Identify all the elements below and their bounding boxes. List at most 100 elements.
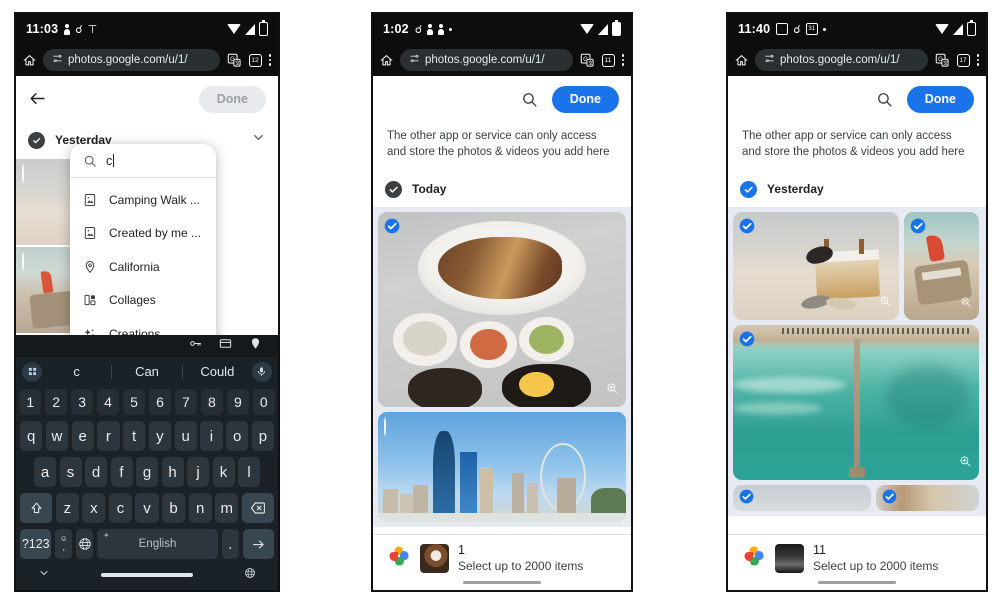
key-8[interactable]: 8 [200, 389, 224, 415]
backspace-icon[interactable] [241, 493, 274, 523]
key-0[interactable]: 0 [252, 389, 276, 415]
password-key-icon[interactable] [189, 337, 202, 355]
translate-icon[interactable]: G文 [227, 53, 242, 68]
key-f[interactable]: f [110, 457, 133, 487]
key-q[interactable]: q [20, 421, 43, 451]
emoji-comma-key[interactable]: ☺ , [54, 529, 73, 559]
photo-cell-beach-umbrella[interactable] [904, 211, 979, 320]
key-l[interactable]: l [238, 457, 260, 487]
hide-keyboard-icon[interactable] [38, 566, 50, 584]
app-grid-icon[interactable] [22, 361, 42, 382]
suggestion-item-collages[interactable]: Collages [70, 284, 216, 318]
selection-check[interactable] [384, 218, 400, 239]
key-t[interactable]: t [123, 421, 146, 451]
key-7[interactable]: 7 [174, 389, 198, 415]
key-1[interactable]: 1 [18, 389, 42, 415]
kebab-menu-icon[interactable] [621, 54, 624, 66]
key-c[interactable]: c [108, 493, 132, 523]
key-u[interactable]: u [174, 421, 197, 451]
key-o[interactable]: o [226, 421, 249, 451]
suggestion-item-california[interactable]: California [70, 250, 216, 284]
selected-thumbnail[interactable] [775, 544, 804, 574]
key-k[interactable]: k [212, 457, 235, 487]
zoom-in-icon[interactable] [959, 455, 972, 473]
keyboard-suggestion-1[interactable]: c [42, 364, 111, 379]
url-pill[interactable]: photos.google.com/u/1/ [755, 49, 928, 71]
keyboard-suggestion-3[interactable]: Could [183, 364, 252, 379]
home-gesture-bar[interactable] [818, 580, 896, 584]
selection-check[interactable] [882, 489, 897, 509]
key-b[interactable]: b [162, 493, 186, 523]
key-4[interactable]: 4 [96, 389, 120, 415]
tabs-icon[interactable]: 12 [248, 53, 262, 67]
done-button[interactable]: Done [198, 85, 266, 113]
search-icon[interactable] [521, 91, 538, 108]
key-m[interactable]: m [215, 493, 239, 523]
payment-card-icon[interactable] [219, 337, 232, 355]
home-gesture-bar[interactable] [463, 580, 541, 584]
done-button[interactable]: Done [906, 85, 974, 113]
key-x[interactable]: x [82, 493, 106, 523]
key-z[interactable]: z [55, 493, 79, 523]
globe-icon[interactable] [75, 529, 94, 559]
back-arrow-icon[interactable] [26, 87, 48, 109]
microphone-icon[interactable] [251, 361, 272, 382]
section-checkbox[interactable] [740, 180, 757, 198]
section-header-today[interactable]: Today [373, 172, 631, 207]
key-a[interactable]: a [34, 457, 56, 487]
selection-check[interactable] [739, 331, 755, 352]
key-9[interactable]: 9 [226, 389, 250, 415]
key-r[interactable]: r [97, 421, 120, 451]
selection-check[interactable] [739, 489, 754, 509]
home-icon[interactable] [23, 54, 36, 67]
photo-cell-beach-bag[interactable] [733, 211, 899, 320]
kebab-menu-icon[interactable] [268, 54, 271, 66]
tabs-icon[interactable]: 17 [956, 53, 970, 67]
zoom-in-icon[interactable] [606, 382, 619, 400]
search-icon[interactable] [876, 91, 893, 108]
key-i[interactable]: i [200, 421, 223, 451]
key-w[interactable]: w [45, 421, 68, 451]
location-pin-icon[interactable] [249, 337, 262, 355]
suggestion-item-camping-walk[interactable]: Camping Walk ... [70, 183, 216, 217]
suggestion-item-created-by-me[interactable]: Created by me ... [70, 217, 216, 251]
kebab-menu-icon[interactable] [976, 54, 979, 66]
home-gesture-bar[interactable] [101, 573, 193, 577]
key-5[interactable]: 5 [122, 389, 146, 415]
photo-cell-aerial-pier[interactable] [733, 324, 979, 480]
url-pill[interactable]: photos.google.com/u/1/ [400, 49, 573, 71]
photo-cell-partial-left[interactable] [733, 484, 871, 511]
key-g[interactable]: g [136, 457, 158, 487]
enter-arrow-icon[interactable] [242, 529, 274, 559]
selection-check[interactable] [739, 218, 755, 239]
chevron-down-icon[interactable] [251, 130, 266, 150]
key-2[interactable]: 2 [44, 389, 68, 415]
home-icon[interactable] [380, 54, 393, 67]
selection-ring[interactable] [22, 252, 24, 271]
home-icon[interactable] [735, 54, 748, 67]
key-p[interactable]: p [251, 421, 274, 451]
key-j[interactable]: j [187, 457, 209, 487]
section-header-yesterday[interactable]: Yesterday [728, 172, 986, 207]
key-y[interactable]: y [148, 421, 171, 451]
selection-ring[interactable] [22, 164, 24, 183]
photo-cell-partial-right[interactable] [876, 484, 979, 511]
key-v[interactable]: v [135, 493, 159, 523]
section-checkbox[interactable] [28, 131, 45, 149]
selected-thumbnail[interactable] [420, 544, 449, 574]
done-button[interactable]: Done [551, 85, 619, 113]
shift-arrow-icon[interactable] [20, 493, 53, 523]
language-globe-icon[interactable] [244, 566, 256, 584]
keyboard-suggestion-2[interactable]: Can [112, 364, 181, 379]
key-d[interactable]: d [85, 457, 107, 487]
url-pill[interactable]: photos.google.com/u/1/ [43, 49, 220, 71]
key-h[interactable]: h [161, 457, 184, 487]
photo-cell-city-skyline[interactable] [378, 411, 626, 522]
space-key[interactable]: ✦ English [96, 529, 219, 559]
selection-ring[interactable] [384, 416, 386, 436]
tabs-icon[interactable]: 11 [601, 53, 615, 67]
symbols-key[interactable]: ?123 [20, 529, 52, 559]
search-input-row[interactable]: c [70, 144, 216, 178]
section-checkbox[interactable] [385, 180, 402, 198]
translate-icon[interactable]: G文 [580, 53, 595, 68]
